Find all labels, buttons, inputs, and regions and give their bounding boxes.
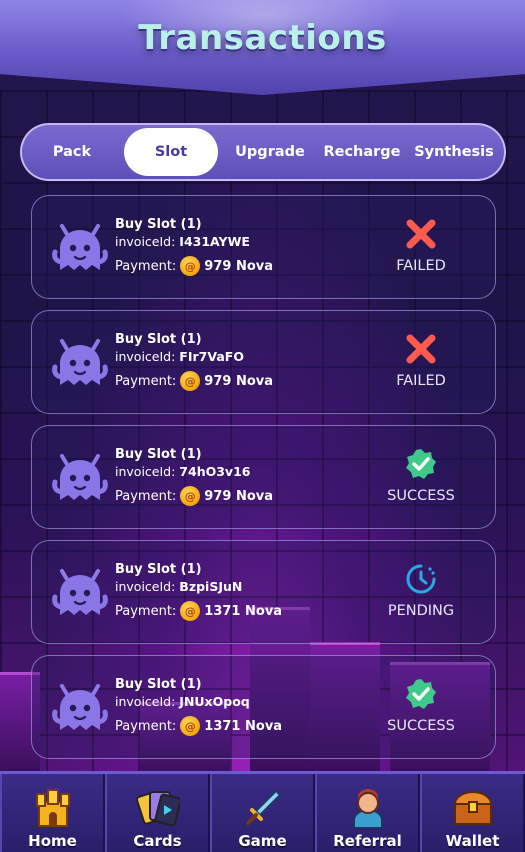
- success-badge-icon: [375, 676, 467, 712]
- payment-label: Payment:: [115, 718, 177, 734]
- payment-line: Payment: @979 Nova: [115, 486, 273, 506]
- monster-avatar-icon: [52, 337, 108, 389]
- transaction-info: Buy Slot (1) invoiceId: I431AYWE Payment: @…: [115, 216, 273, 276]
- invoice-id: I431AYWE: [179, 234, 250, 249]
- tab-pack[interactable]: Pack: [26, 128, 118, 176]
- nav-label: Wallet: [445, 832, 500, 850]
- transaction-info: Buy Slot (1) invoiceId: JNUxOpoq Payment: @…: [115, 676, 282, 736]
- payment-line: Payment: @979 Nova: [115, 371, 273, 391]
- transaction-info: Buy Slot (1) invoiceId: 74hO3v16 Payment: @…: [115, 446, 273, 506]
- invoice-label: invoiceId:: [115, 464, 176, 479]
- failed-x-icon: [375, 331, 467, 367]
- status-label: FAILED: [396, 373, 446, 389]
- payment-label: Payment:: [115, 603, 177, 619]
- monster-avatar-icon: [52, 682, 108, 734]
- payment-label: Payment:: [115, 373, 177, 389]
- transaction-card[interactable]: Buy Slot (1) invoiceId: JNUxOpoq Payment: @…: [31, 655, 496, 759]
- person-icon: [352, 789, 383, 828]
- nova-coin-icon: @: [180, 601, 201, 621]
- invoice-line: invoiceId: 74hO3v16: [115, 463, 273, 480]
- invoice-label: invoiceId:: [115, 349, 176, 364]
- nav-home[interactable]: Home: [0, 774, 105, 852]
- transaction-list: Buy Slot (1) invoiceId: I431AYWE Payment: @…: [31, 195, 496, 770]
- transaction-info: Buy Slot (1) invoiceId: BzpiSJuN Payment: @…: [115, 561, 282, 621]
- cards-icon: [135, 791, 180, 827]
- failed-x-icon: [375, 216, 467, 252]
- monster-avatar-icon: [52, 452, 108, 504]
- payment-amount: 1371 Nova: [204, 603, 283, 619]
- transaction-status: SUCCESS: [375, 446, 467, 504]
- status-label: PENDING: [387, 603, 455, 619]
- transaction-card[interactable]: Buy Slot (1) invoiceId: FIr7VaFO Payment: @…: [31, 310, 496, 414]
- transaction-title: Buy Slot (1): [115, 447, 202, 462]
- tab-synthesis[interactable]: Synthesis: [408, 128, 500, 176]
- success-badge-icon: [375, 446, 467, 482]
- invoice-id: 74hO3v16: [179, 464, 251, 479]
- transaction-status: FAILED: [375, 216, 467, 274]
- transaction-info: Buy Slot (1) invoiceId: FIr7VaFO Payment: @…: [115, 331, 273, 391]
- invoice-line: invoiceId: JNUxOpoq: [115, 693, 282, 710]
- invoice-line: invoiceId: I431AYWE: [115, 233, 273, 250]
- invoice-line: invoiceId: BzpiSJuN: [115, 578, 282, 595]
- invoice-id: JNUxOpoq: [179, 694, 250, 709]
- sword-icon: [245, 789, 281, 825]
- payment-label: Payment:: [115, 488, 177, 504]
- pending-clock-icon: [375, 561, 467, 597]
- monster-avatar-icon: [52, 222, 108, 274]
- payment-line: Payment: @1371 Nova: [115, 601, 282, 621]
- nav-label: Home: [28, 832, 77, 850]
- tab-upgrade[interactable]: Upgrade: [224, 128, 316, 176]
- transaction-status: FAILED: [375, 331, 467, 389]
- nova-coin-icon: @: [180, 256, 201, 276]
- tab-slot[interactable]: Slot: [124, 128, 218, 176]
- invoice-id: BzpiSJuN: [179, 579, 243, 594]
- nav-referral[interactable]: Referral: [315, 774, 420, 852]
- payment-label: Payment:: [115, 258, 177, 274]
- status-label: SUCCESS: [387, 718, 455, 734]
- invoice-id: FIr7VaFO: [179, 349, 244, 364]
- transaction-card[interactable]: Buy Slot (1) invoiceId: I431AYWE Payment: @…: [31, 195, 496, 299]
- tab-recharge[interactable]: Recharge: [316, 128, 408, 176]
- payment-amount: 979 Nova: [204, 258, 274, 274]
- nav-game[interactable]: Game: [210, 774, 315, 852]
- tab-bar: Pack Slot Upgrade Recharge Synthesis: [20, 123, 506, 181]
- transaction-title: Buy Slot (1): [115, 677, 202, 692]
- payment-amount: 1371 Nova: [204, 718, 283, 734]
- payment-line: Payment: @979 Nova: [115, 256, 273, 276]
- transaction-status: PENDING: [375, 561, 467, 619]
- transaction-status: SUCCESS: [375, 676, 467, 734]
- nav-label: Game: [238, 832, 287, 850]
- treasure-chest-icon: [453, 791, 492, 825]
- nav-cards[interactable]: Cards: [105, 774, 210, 852]
- invoice-label: invoiceId:: [115, 579, 176, 594]
- nova-coin-icon: @: [180, 486, 201, 506]
- page-title: Transactions: [138, 18, 387, 58]
- transaction-title: Buy Slot (1): [115, 332, 202, 347]
- nav-wallet[interactable]: Wallet: [420, 774, 525, 852]
- status-label: SUCCESS: [387, 488, 455, 504]
- invoice-label: invoiceId:: [115, 694, 176, 709]
- nova-coin-icon: @: [180, 371, 201, 391]
- payment-amount: 979 Nova: [204, 488, 274, 504]
- payment-line: Payment: @1371 Nova: [115, 716, 282, 736]
- invoice-label: invoiceId:: [115, 234, 176, 249]
- castle-icon: [35, 789, 70, 827]
- transaction-card[interactable]: Buy Slot (1) invoiceId: BzpiSJuN Payment: @…: [31, 540, 496, 644]
- transaction-title: Buy Slot (1): [115, 562, 202, 577]
- payment-amount: 979 Nova: [204, 373, 274, 389]
- monster-avatar-icon: [52, 567, 108, 619]
- invoice-line: invoiceId: FIr7VaFO: [115, 348, 273, 365]
- nav-label: Referral: [333, 832, 402, 850]
- status-label: FAILED: [396, 258, 446, 274]
- nav-label: Cards: [133, 832, 182, 850]
- nova-coin-icon: @: [180, 716, 201, 736]
- transaction-card[interactable]: Buy Slot (1) invoiceId: 74hO3v16 Payment: @…: [31, 425, 496, 529]
- bottom-nav: Home Cards Game Referral Wallet: [0, 771, 525, 852]
- transaction-title: Buy Slot (1): [115, 217, 202, 232]
